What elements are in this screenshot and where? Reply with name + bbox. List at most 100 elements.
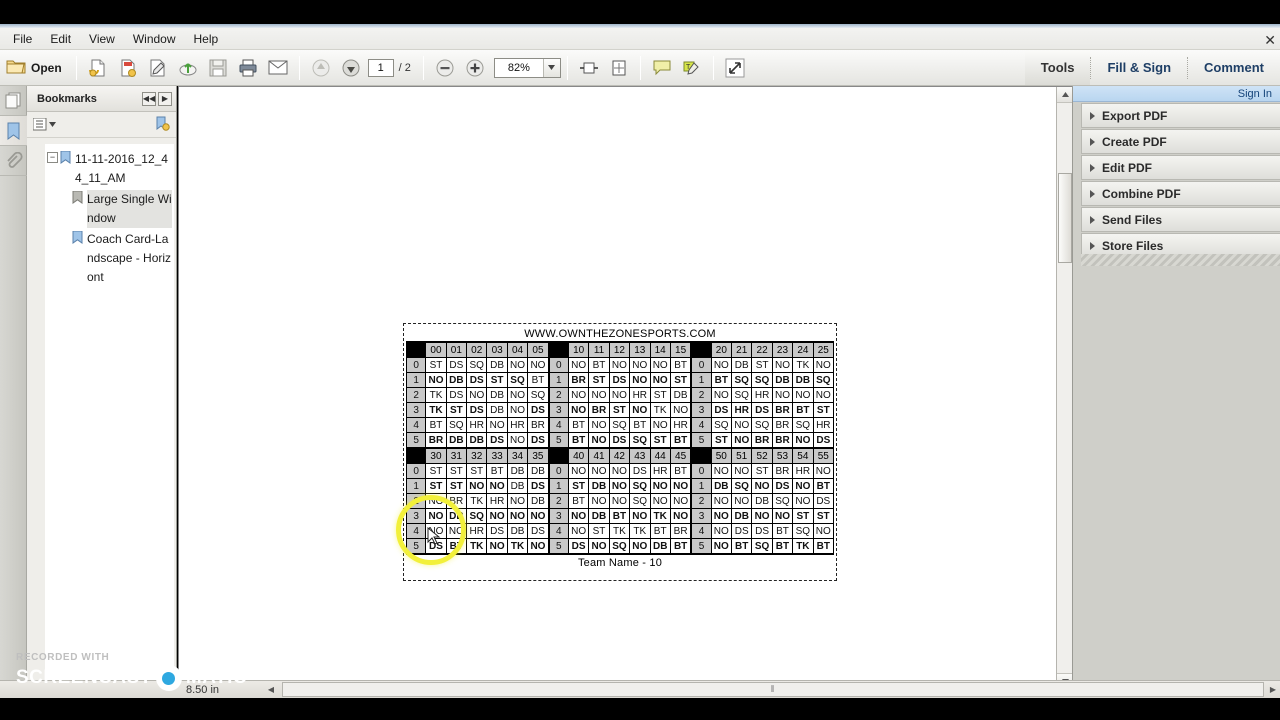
grid-row-header: 2 bbox=[691, 387, 712, 403]
next-page-icon[interactable] bbox=[338, 55, 364, 81]
upload-cloud-icon[interactable] bbox=[175, 55, 201, 81]
task-export-pdf[interactable]: Export PDF bbox=[1081, 103, 1280, 128]
menu-help[interactable]: Help bbox=[185, 30, 228, 48]
zoom-control[interactable]: 82% bbox=[493, 57, 561, 78]
grid-cell: NO bbox=[771, 508, 794, 524]
bookmarks-icon[interactable] bbox=[0, 116, 27, 146]
bookmark-root[interactable]: − 11-11-2016_12_44_11_AM bbox=[47, 150, 172, 188]
zoom-out-icon[interactable] bbox=[432, 55, 458, 81]
fit-page-icon[interactable] bbox=[606, 55, 632, 81]
expand-panel-button[interactable]: ▶ bbox=[158, 91, 172, 106]
grid-row-header: 2 bbox=[405, 387, 427, 403]
grid-cell: NO bbox=[812, 387, 835, 403]
scroll-left-icon[interactable]: ◀ bbox=[264, 682, 278, 697]
chevron-down-icon[interactable] bbox=[542, 58, 560, 77]
grid-column-header: 53 bbox=[771, 448, 794, 464]
grid-cell: ST bbox=[425, 478, 447, 494]
menu-view[interactable]: View bbox=[80, 30, 124, 48]
grid-cell: DB bbox=[445, 432, 468, 448]
grid-column-header: 31 bbox=[445, 448, 468, 464]
document-horizontal-scrollbar[interactable]: ⦀ bbox=[282, 682, 1264, 697]
card-footer: Team Name - 10 bbox=[406, 554, 834, 570]
bookmark-item-large-single-window[interactable]: Large Single Window bbox=[59, 190, 172, 228]
grid-cell: NO bbox=[608, 478, 631, 494]
grid-cell: DS bbox=[730, 523, 753, 539]
task-combine-pdf[interactable]: Combine PDF bbox=[1081, 181, 1280, 206]
grid-cell: DS bbox=[486, 432, 508, 448]
grid-corner-cell bbox=[405, 342, 427, 358]
grid-cell: DB bbox=[730, 508, 753, 524]
grid-cell: NO bbox=[608, 463, 631, 479]
fill-and-sign-tab[interactable]: Fill & Sign bbox=[1091, 50, 1187, 85]
grid-cell: ST bbox=[486, 372, 508, 388]
grid-row: 0 NO NO ST BR HR NO bbox=[691, 463, 835, 479]
grid-row: 5 BR DB DB DS NO DS bbox=[405, 432, 549, 448]
grid-cell: NO bbox=[608, 357, 631, 373]
previous-page-icon[interactable] bbox=[308, 55, 334, 81]
task-send-files[interactable]: Send Files bbox=[1081, 207, 1280, 232]
email-icon[interactable] bbox=[265, 55, 291, 81]
fullscreen-icon[interactable] bbox=[722, 55, 748, 81]
close-icon[interactable]: ✕ bbox=[1264, 32, 1276, 49]
grid-cell: NO bbox=[649, 493, 671, 509]
collapse-toggle-icon[interactable]: − bbox=[47, 152, 58, 163]
grid-cell: HR bbox=[466, 417, 488, 433]
export-pdf-icon[interactable] bbox=[115, 55, 141, 81]
page-thumbnails-icon[interactable] bbox=[0, 86, 27, 116]
grid-cell: NO bbox=[608, 387, 631, 403]
grid-column-header: 01 bbox=[445, 342, 468, 358]
page-number-input[interactable]: 1 bbox=[367, 58, 394, 77]
grid-cell: NO bbox=[710, 508, 733, 524]
block-20: 20 21 22 23 24 25 0 NO DB ST NO TK NO 1 BT SQ SQ DB DB SQ 2 N… bbox=[691, 342, 835, 448]
grid-corner-cell bbox=[691, 342, 712, 358]
save-icon[interactable] bbox=[205, 55, 231, 81]
task-create-pdf[interactable]: Create PDF bbox=[1081, 129, 1280, 154]
grid-header-row: 00 01 02 03 04 05 bbox=[405, 342, 549, 358]
grid-cell: NO bbox=[792, 493, 814, 509]
grid-cell: BT bbox=[608, 508, 631, 524]
document-viewport[interactable]: WWW.OWNTHEZONESPORTS.COM 00 01 02 03 04 05 0 ST… bbox=[178, 86, 1073, 690]
menu-edit[interactable]: Edit bbox=[41, 30, 80, 48]
highlight-text-icon[interactable]: T bbox=[679, 55, 705, 81]
grid-column-header: 05 bbox=[527, 342, 549, 358]
comment-tab[interactable]: Comment bbox=[1188, 50, 1280, 85]
edit-pdf-icon[interactable] bbox=[145, 55, 171, 81]
sign-in-bar[interactable]: Sign In bbox=[1073, 86, 1280, 102]
menu-window[interactable]: Window bbox=[124, 30, 185, 48]
grid-cell: ST bbox=[812, 402, 835, 418]
open-button[interactable]: Open bbox=[0, 55, 70, 81]
fit-width-icon[interactable] bbox=[576, 55, 602, 81]
scroll-up-icon[interactable] bbox=[1057, 87, 1073, 103]
grid-cell: NO bbox=[792, 432, 814, 448]
coach-card: WWW.OWNTHEZONESPORTS.COM 00 01 02 03 04 05 0 ST… bbox=[403, 323, 837, 581]
task-edit-pdf[interactable]: Edit PDF bbox=[1081, 155, 1280, 180]
grid-cell: NO bbox=[792, 478, 814, 494]
grid-cell: NO bbox=[629, 538, 651, 554]
print-icon[interactable] bbox=[235, 55, 261, 81]
create-pdf-icon[interactable] bbox=[85, 55, 111, 81]
new-bookmark-button[interactable] bbox=[155, 116, 170, 134]
grid-cell: BT bbox=[649, 523, 671, 539]
grid-corner-cell bbox=[405, 448, 427, 464]
task-label: Create PDF bbox=[1102, 134, 1167, 149]
menu-file[interactable]: File bbox=[4, 30, 41, 48]
zoom-in-icon[interactable] bbox=[462, 55, 488, 81]
zoom-level-value[interactable]: 82% bbox=[495, 62, 543, 74]
sign-in-link[interactable]: Sign In bbox=[1238, 88, 1272, 100]
scrollbar-thumb[interactable] bbox=[1058, 173, 1072, 263]
document-vertical-scrollbar[interactable] bbox=[1056, 87, 1073, 689]
grid-cell: DS bbox=[527, 478, 549, 494]
scroll-right-icon[interactable]: ▶ bbox=[1266, 682, 1280, 697]
bookmark-item-coach-card[interactable]: Coach Card-Landscape - Horizont bbox=[59, 230, 172, 287]
tools-tab[interactable]: Tools bbox=[1024, 50, 1091, 85]
collapse-panel-button[interactable]: ◀◀ bbox=[142, 91, 156, 106]
grid-row-header: 5 bbox=[691, 538, 712, 554]
grid-cell: NO bbox=[710, 493, 733, 509]
grid-row-header: 1 bbox=[691, 478, 712, 494]
comment-icon[interactable] bbox=[649, 55, 675, 81]
grid-row-header: 3 bbox=[405, 402, 427, 418]
grid-cell: SQ bbox=[751, 538, 773, 554]
grid-row-header: 0 bbox=[548, 463, 569, 479]
bookmark-options-button[interactable] bbox=[33, 118, 56, 131]
attachments-icon[interactable] bbox=[0, 146, 27, 176]
